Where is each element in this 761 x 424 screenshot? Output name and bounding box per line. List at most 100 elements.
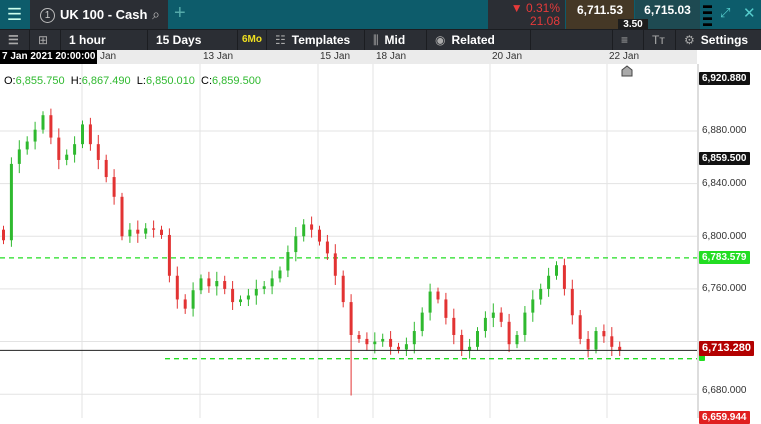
candle-body: [96, 144, 100, 160]
candle-body: [73, 144, 77, 155]
price-tick: 6,880.000: [702, 125, 747, 136]
candle-body: [357, 334, 361, 339]
change-absolute: 21.08: [529, 14, 560, 28]
range-dropdown[interactable]: 15 Days: [148, 30, 238, 50]
candle-body: [365, 338, 369, 345]
candle-body: [562, 265, 566, 289]
time-label: 13 Jan: [203, 51, 234, 62]
price-type-label: Mid: [384, 33, 406, 47]
candle-body: [65, 154, 69, 160]
candle-body: [160, 229, 163, 235]
high-price-tag: 6,920.880: [699, 72, 750, 85]
tab-number: 1: [40, 8, 55, 23]
candle-body: [318, 229, 321, 242]
candle-body: [499, 312, 503, 322]
candle-body: [539, 288, 543, 300]
candle-body: [104, 159, 108, 178]
close-label: C:: [201, 75, 212, 87]
candle-body: [515, 334, 519, 345]
related-button[interactable]: ◉ Related: [427, 30, 531, 50]
candle-body: [294, 236, 298, 253]
candle-body: [120, 196, 124, 237]
candle-body: [239, 299, 242, 303]
drag-handle-icon[interactable]: ▬ ▬ ▬ ▬: [703, 1, 715, 28]
candle-body: [570, 288, 574, 316]
interval-dropdown[interactable]: 1 hour: [61, 30, 148, 50]
candle-body: [507, 321, 511, 345]
hamburger-icon[interactable]: ☰: [0, 0, 29, 29]
candle-body: [262, 286, 266, 289]
text-size-icon[interactable]: Tт: [644, 30, 676, 50]
time-label: 15 Jan: [320, 51, 351, 62]
candle-body: [81, 124, 84, 145]
eye-icon: ◉: [435, 33, 446, 47]
candle-body: [555, 265, 558, 276]
candle-body: [270, 278, 274, 287]
candle-body: [491, 312, 495, 318]
price-tick: 6,840.000: [702, 178, 747, 189]
candle-body: [144, 228, 148, 234]
candle-body: [476, 331, 479, 347]
price-tick: 6,680.000: [702, 385, 747, 396]
candle-body: [602, 331, 606, 337]
candle-body: [254, 288, 258, 296]
candle-body: [231, 288, 235, 303]
candle-body: [325, 241, 329, 254]
gear-icon: ⚙: [684, 33, 695, 47]
close-value: 6,859.500: [212, 75, 261, 87]
search-icon[interactable]: ⌕: [152, 0, 160, 29]
templates-button[interactable]: ☷ Templates: [267, 30, 365, 50]
time-label: Jan: [100, 51, 117, 62]
sliders-icon: ☷: [275, 33, 286, 47]
layout-icon[interactable]: ⊞: [30, 30, 61, 50]
add-tab-button[interactable]: +: [174, 0, 186, 27]
candle-body: [523, 312, 527, 335]
candle-body: [112, 177, 116, 197]
candle-body: [152, 228, 156, 230]
ohlc-readout: O:6,855.750 H:6,867.490 L:6,850.010 C:6,…: [4, 75, 261, 87]
candle-body: [436, 291, 440, 300]
scroll-latest-icon[interactable]: [621, 65, 633, 77]
candle-body: [341, 275, 345, 303]
candle-body: [381, 338, 385, 342]
toolbar-spacer: [531, 30, 613, 50]
instrument-tab[interactable]: 1 UK 100 - Cash ⌕: [30, 0, 168, 29]
list-icon[interactable]: ☰: [0, 30, 30, 50]
candle-body: [460, 334, 464, 351]
candle-body: [33, 129, 37, 142]
candle-body: [41, 115, 45, 130]
resistance-price-tag: 6,783.579: [699, 251, 750, 264]
candle-body: [223, 281, 227, 289]
candle-body: [310, 224, 314, 230]
price-chart[interactable]: [0, 64, 697, 418]
candle-body: [547, 275, 551, 289]
candle-body: [17, 149, 21, 164]
candle-body: [578, 315, 582, 339]
axis-icon[interactable]: ≡: [613, 30, 644, 50]
time-label: 18 Jan: [376, 51, 407, 62]
range-6mo-button[interactable]: 6Mo: [238, 30, 267, 50]
candle-body: [136, 229, 140, 234]
candle-icon: ⫼: [373, 33, 379, 47]
candle-body: [49, 115, 53, 138]
time-label: 22 Jan: [609, 51, 640, 62]
candle-body: [444, 299, 448, 318]
expand-icon[interactable]: ⤢: [720, 5, 730, 21]
candle-body: [183, 299, 187, 309]
candle-body: [286, 252, 290, 271]
candle-body: [57, 137, 61, 160]
candle-body: [397, 346, 400, 350]
price-type-button[interactable]: ⫼ Mid: [365, 30, 427, 50]
close-icon[interactable]: ✕: [743, 4, 756, 22]
candle-body: [167, 234, 171, 276]
candle-body: [349, 302, 353, 335]
candle-body: [420, 312, 424, 332]
low-label: L:: [136, 75, 146, 87]
candle-body: [594, 331, 598, 350]
settings-button[interactable]: ⚙ Settings: [676, 30, 761, 50]
settings-label: Settings: [700, 33, 749, 47]
time-axis: Jan 13 Jan 15 Jan 18 Jan 20 Jan 22 Jan: [0, 50, 697, 64]
price-tick: 6,760.000: [702, 283, 747, 294]
candle-body: [610, 336, 614, 347]
candle-body: [404, 344, 408, 350]
